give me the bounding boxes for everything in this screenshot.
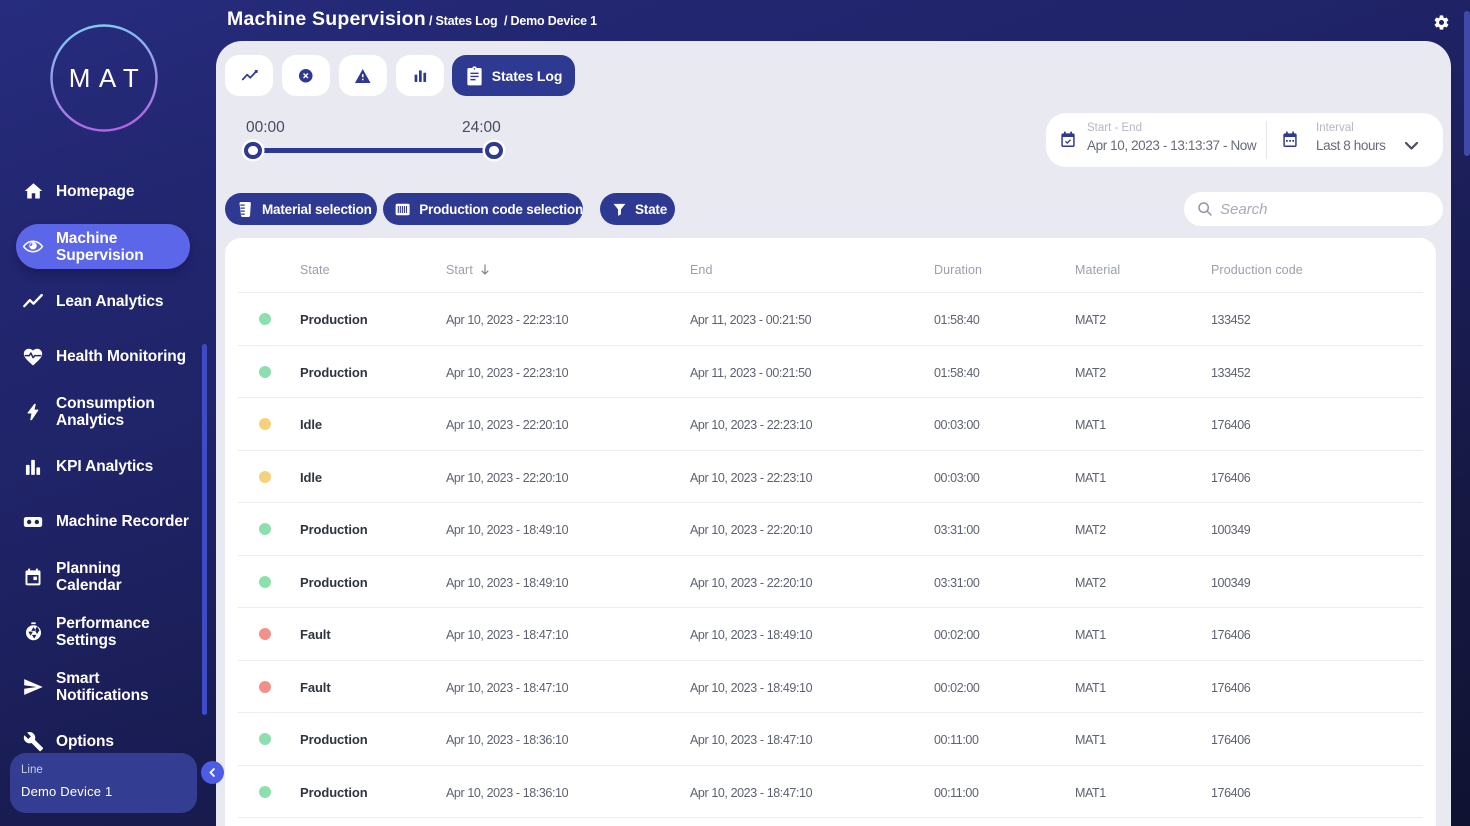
svg-text:MAT: MAT: [69, 63, 147, 93]
